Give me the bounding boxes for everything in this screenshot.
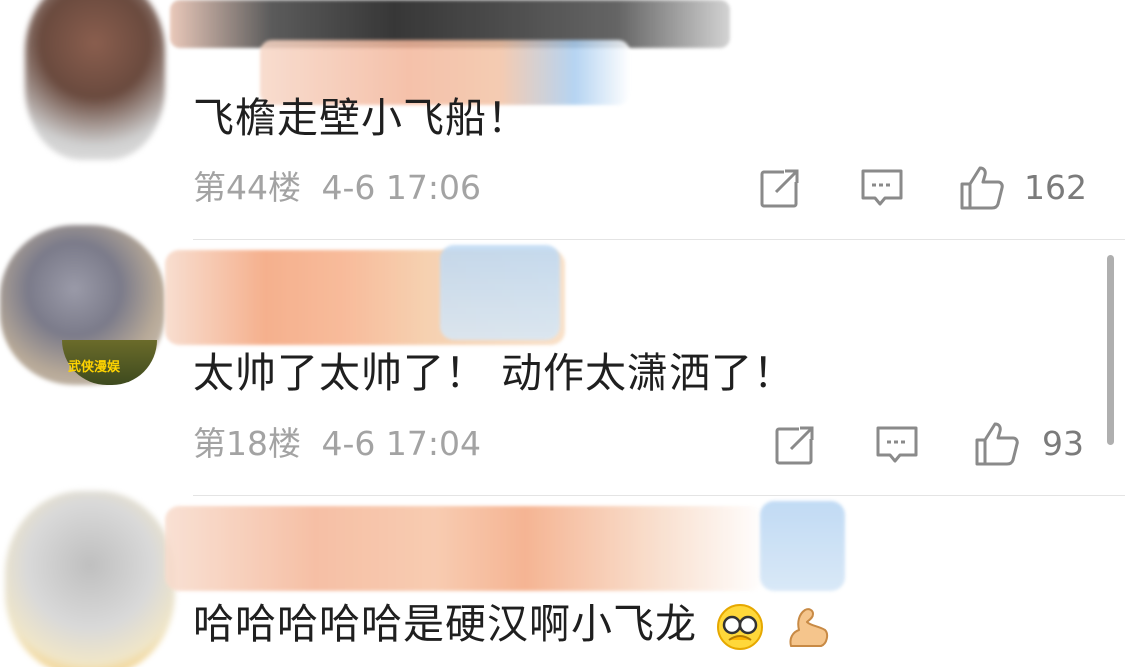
comment-icon[interactable] (860, 166, 904, 210)
flexed-biceps-emoji (783, 602, 833, 652)
share-icon[interactable] (773, 423, 817, 467)
comment-meta: 第18楼 4-6 17:04 (193, 427, 481, 460)
comment-item: 哈哈哈哈哈是硬汉啊小飞龙 (0, 491, 1125, 667)
avatar[interactable] (5, 491, 175, 667)
like-icon[interactable] (973, 420, 1021, 468)
comment-text: 太帅了太帅了！ 动作太潇洒了！ (193, 353, 795, 394)
share-icon[interactable] (758, 166, 802, 210)
avatar-badge-text: 武侠漫娱 (68, 360, 121, 375)
comment-list: 飞檐走壁小飞船！ 第44楼 4-6 17:06 162 武侠漫娱 太帅了太帅了！… (0, 0, 1125, 667)
comment-icon[interactable] (875, 423, 919, 467)
like-count: 162 (1024, 168, 1087, 207)
comment-item: 飞檐走壁小飞船！ 第44楼 4-6 17:06 162 (0, 0, 1125, 240)
comment-item: 武侠漫娱 太帅了太帅了！ 动作太潇洒了！ 第18楼 4-6 17:04 93 (0, 225, 1125, 496)
like-icon[interactable] (958, 164, 1006, 212)
avatar[interactable] (25, 0, 165, 160)
redacted-username (165, 506, 765, 591)
comment-date: 4-6 17:04 (321, 424, 482, 463)
comment-text-value: 飞檐走壁小飞船！ (193, 94, 529, 142)
face-with-glasses-emoji (715, 602, 765, 652)
redacted-username-2 (760, 501, 845, 591)
comment-text: 哈哈哈哈哈是硬汉啊小飞龙 (193, 602, 833, 652)
scrollbar[interactable] (1107, 255, 1114, 445)
comment-text-value: 哈哈哈哈哈是硬汉啊小飞龙 (193, 600, 697, 648)
floor-label: 第44楼 (193, 168, 301, 207)
redacted-username-2 (440, 245, 560, 340)
like-count: 93 (1042, 424, 1084, 463)
comment-text: 飞檐走壁小飞船！ (193, 98, 529, 139)
comment-text-value: 太帅了太帅了！ 动作太潇洒了！ (193, 349, 796, 397)
comment-meta: 第44楼 4-6 17:06 (193, 171, 481, 204)
floor-label: 第18楼 (193, 424, 301, 463)
comment-date: 4-6 17:06 (321, 168, 482, 207)
